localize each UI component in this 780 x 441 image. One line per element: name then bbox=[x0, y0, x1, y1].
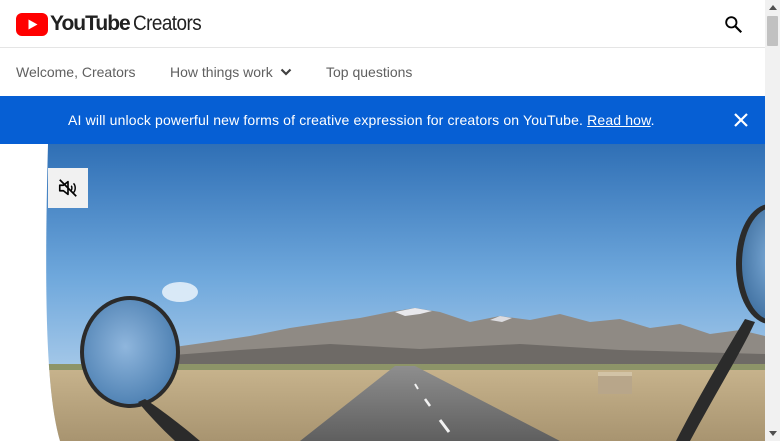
banner-close-button[interactable] bbox=[729, 108, 753, 132]
nav-item-label: How things work bbox=[170, 64, 273, 80]
mute-toggle-button[interactable] bbox=[48, 168, 88, 208]
scroll-up-icon bbox=[768, 5, 777, 10]
volume-off-icon bbox=[58, 179, 77, 197]
logo-text: YouTube Creators bbox=[50, 12, 201, 35]
top-bar: YouTube Creators bbox=[0, 0, 765, 48]
youtube-creators-logo[interactable]: YouTube Creators bbox=[16, 11, 208, 37]
chevron-down-icon bbox=[280, 68, 291, 76]
page: YouTube Creators Welcome, Creators How th… bbox=[0, 0, 765, 441]
scroll-down-arrow[interactable] bbox=[765, 427, 780, 441]
search-button[interactable] bbox=[719, 10, 747, 38]
main-nav: Welcome, Creators How things work Top qu… bbox=[0, 48, 765, 96]
search-icon bbox=[725, 16, 743, 34]
banner-message: AI will unlock powerful new forms of cre… bbox=[68, 112, 655, 128]
scroll-down-icon bbox=[768, 431, 777, 436]
scroll-up-arrow[interactable] bbox=[765, 0, 780, 14]
nav-item-label: Top questions bbox=[326, 64, 413, 80]
hero-video[interactable] bbox=[0, 144, 765, 441]
youtube-logo-icon bbox=[16, 12, 48, 36]
announcement-banner: AI will unlock powerful new forms of cre… bbox=[0, 96, 765, 144]
nav-item-top-questions[interactable]: Top questions bbox=[326, 48, 412, 96]
nav-item-label: Welcome, Creators bbox=[16, 64, 136, 80]
read-how-link[interactable]: Read how bbox=[587, 112, 650, 128]
scroll-thumb[interactable] bbox=[767, 16, 778, 46]
nav-item-how-things-work[interactable]: How things work bbox=[170, 48, 293, 96]
hero-video-frame bbox=[46, 144, 765, 441]
nav-item-welcome-creators[interactable]: Welcome, Creators bbox=[16, 48, 136, 96]
page-scrollbar[interactable] bbox=[765, 0, 780, 441]
close-icon bbox=[734, 113, 748, 127]
